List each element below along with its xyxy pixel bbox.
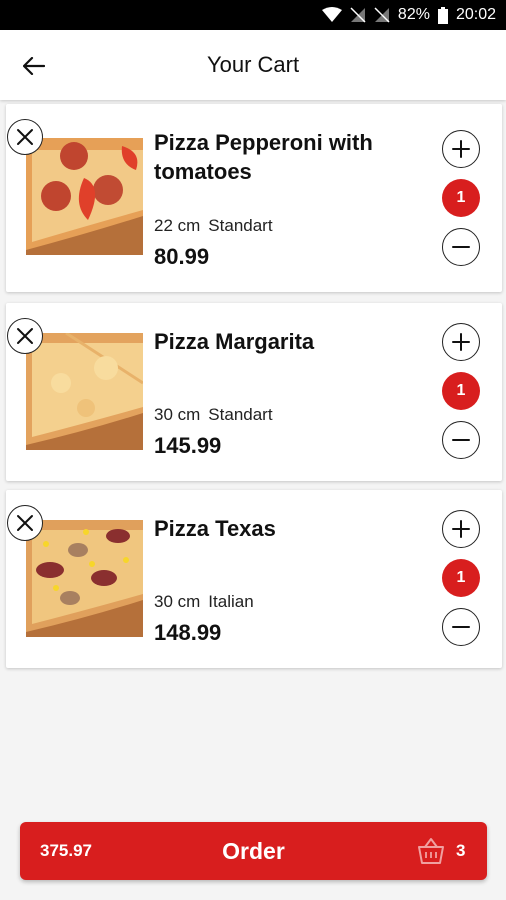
quantity-badge: 1	[442, 179, 480, 217]
item-dough: Standart	[208, 405, 273, 424]
item-name: Pizza Pepperoni with tomatoes	[154, 130, 373, 184]
minus-icon	[452, 246, 470, 248]
plus-icon	[452, 140, 470, 158]
wifi-icon	[321, 7, 342, 22]
item-options: 30 cm Italian	[154, 592, 254, 612]
item-dough: Standart	[208, 216, 273, 235]
order-item-count: 3	[456, 841, 466, 860]
close-icon	[17, 328, 33, 344]
increase-quantity-button[interactable]	[442, 510, 480, 548]
close-icon	[17, 129, 33, 145]
battery-icon	[437, 6, 448, 24]
plus-icon	[452, 520, 470, 538]
cart-item-texas: Pizza Texas 30 cm Italian 148.99 1	[6, 490, 502, 668]
item-name: Pizza Margarita	[154, 329, 315, 354]
decrease-quantity-button[interactable]	[442, 608, 480, 646]
cart-item-margarita: Pizza Margarita 30 cm Standart 145.99 1	[6, 303, 502, 481]
plus-icon	[452, 333, 470, 351]
minus-icon	[452, 626, 470, 628]
item-options: 22 cm Standart	[154, 216, 273, 236]
pizza-image	[26, 138, 143, 255]
item-size: 30 cm	[154, 592, 201, 611]
back-button[interactable]	[18, 50, 50, 82]
quantity-badge: 1	[442, 559, 480, 597]
quantity-badge: 1	[442, 372, 480, 410]
remove-item-button[interactable]	[7, 318, 43, 354]
clock: 20:02	[455, 6, 496, 23]
close-icon	[17, 515, 33, 531]
cart-item-pepperoni: Pizza Pepperoni with tomatoes 22 cm Stand…	[6, 104, 502, 292]
item-size: 30 cm	[154, 405, 201, 424]
back-arrow-icon	[23, 57, 45, 75]
item-options: 30 cm Standart	[154, 405, 273, 425]
pizza-image	[26, 520, 143, 637]
remove-item-button[interactable]	[7, 505, 43, 541]
pizza-image	[26, 333, 143, 450]
signal-off-icon	[350, 7, 366, 23]
basket-icon	[418, 838, 444, 864]
status-bar: 82% 20:02	[0, 0, 506, 30]
item-price: 80.99	[154, 244, 210, 269]
signal-off-icon	[374, 7, 390, 23]
app-header: Your Cart	[0, 30, 506, 100]
item-name: Pizza Texas	[154, 516, 276, 541]
item-size: 22 cm	[154, 216, 201, 235]
item-dough: Italian	[208, 592, 254, 611]
decrease-quantity-button[interactable]	[442, 421, 480, 459]
battery-percent: 82%	[397, 6, 430, 23]
item-price: 148.99	[154, 620, 222, 645]
order-button[interactable]: 375.97 Order 3	[20, 822, 487, 880]
increase-quantity-button[interactable]	[442, 323, 480, 361]
minus-icon	[452, 439, 470, 441]
increase-quantity-button[interactable]	[442, 130, 480, 168]
page-title: Your Cart	[206, 52, 300, 77]
decrease-quantity-button[interactable]	[442, 228, 480, 266]
remove-item-button[interactable]	[7, 119, 43, 155]
item-price: 145.99	[154, 433, 222, 458]
